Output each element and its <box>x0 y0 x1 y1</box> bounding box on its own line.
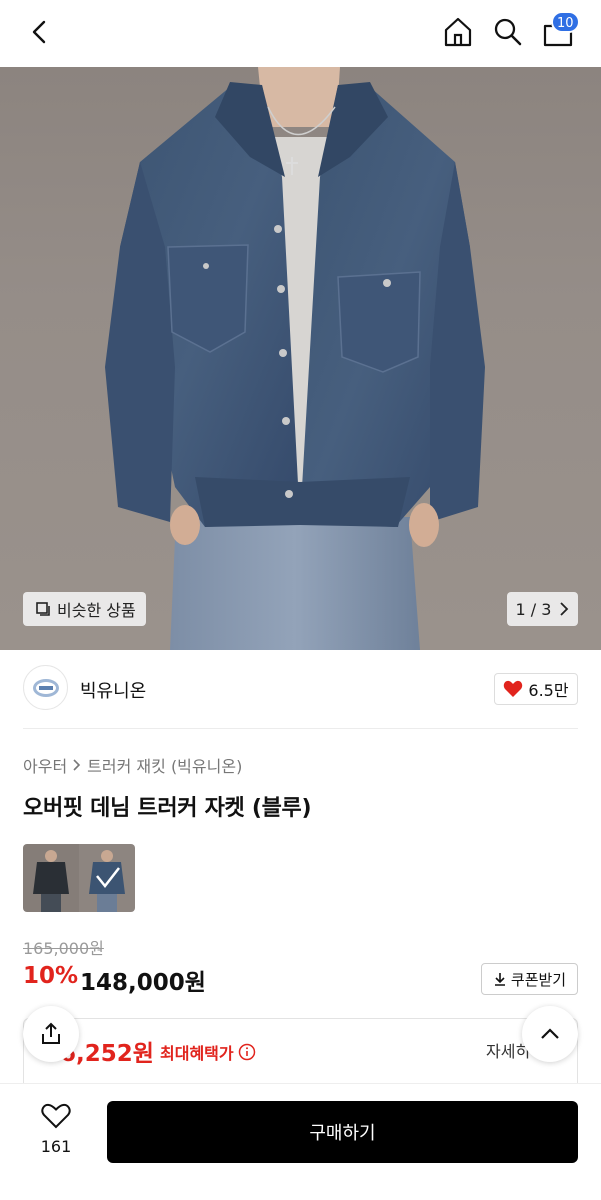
chevron-up-icon <box>541 1028 559 1039</box>
home-icon[interactable] <box>440 14 476 50</box>
thumbnail-blue[interactable] <box>79 844 135 912</box>
product-title: 오버핏 데님 트러커 자켓 (블루) <box>23 796 312 821</box>
share-button[interactable] <box>23 1006 79 1062</box>
search-icon[interactable] <box>490 14 526 50</box>
breadcrumb-subcategory[interactable]: 트러커 재킷 (빅유니온) <box>87 753 242 777</box>
image-pager[interactable]: 1 / 3 <box>507 592 578 626</box>
chevron-right-icon <box>73 759 81 771</box>
similar-label: 비슷한 상품 <box>57 601 136 620</box>
pager-text: 1 / 3 <box>515 599 552 619</box>
chevron-right-icon <box>560 602 569 616</box>
original-price: 165,000원 <box>23 939 104 958</box>
download-icon <box>494 973 505 986</box>
max-benefit-label: 최대혜택가 <box>160 1040 256 1064</box>
top-bar: 10 <box>0 0 601 67</box>
wish-count: 161 <box>40 1137 72 1156</box>
share-icon <box>42 1022 60 1044</box>
heart-filled-icon <box>504 680 523 697</box>
breadcrumb-category[interactable]: 아우터 <box>23 753 67 777</box>
coupon-button[interactable]: 쿠폰받기 <box>481 963 578 995</box>
chevron-left-icon[interactable] <box>22 14 58 50</box>
wish-button[interactable]: 161 <box>30 1103 82 1156</box>
color-thumbnails <box>23 844 135 912</box>
max-benefit-label-text: 최대혜택가 <box>160 1044 234 1063</box>
breadcrumb: 아우터 트러커 재킷 (빅유니온) <box>23 753 242 777</box>
coupon-label: 쿠폰받기 <box>510 970 567 989</box>
scroll-top-button[interactable] <box>522 1006 578 1062</box>
heart-outline-icon <box>41 1103 71 1129</box>
brand-like-count: 6.5만 <box>528 681 569 700</box>
brand-logo[interactable] <box>23 665 68 710</box>
thumbnail-black[interactable] <box>23 844 79 912</box>
sale-price: 148,000원 <box>80 970 206 996</box>
discount-rate: 10% <box>23 963 79 989</box>
product-image[interactable] <box>0 67 601 650</box>
brand-name[interactable]: 빅유니온 <box>80 677 146 703</box>
info-icon[interactable] <box>238 1043 256 1061</box>
brand-like-button[interactable]: 6.5만 <box>494 673 578 705</box>
divider <box>23 728 578 729</box>
buy-button[interactable]: 구매하기 <box>107 1101 578 1163</box>
cart-count-badge: 10 <box>551 11 580 33</box>
similar-products-button[interactable]: 비슷한 상품 <box>23 592 146 626</box>
similar-icon <box>36 602 50 616</box>
